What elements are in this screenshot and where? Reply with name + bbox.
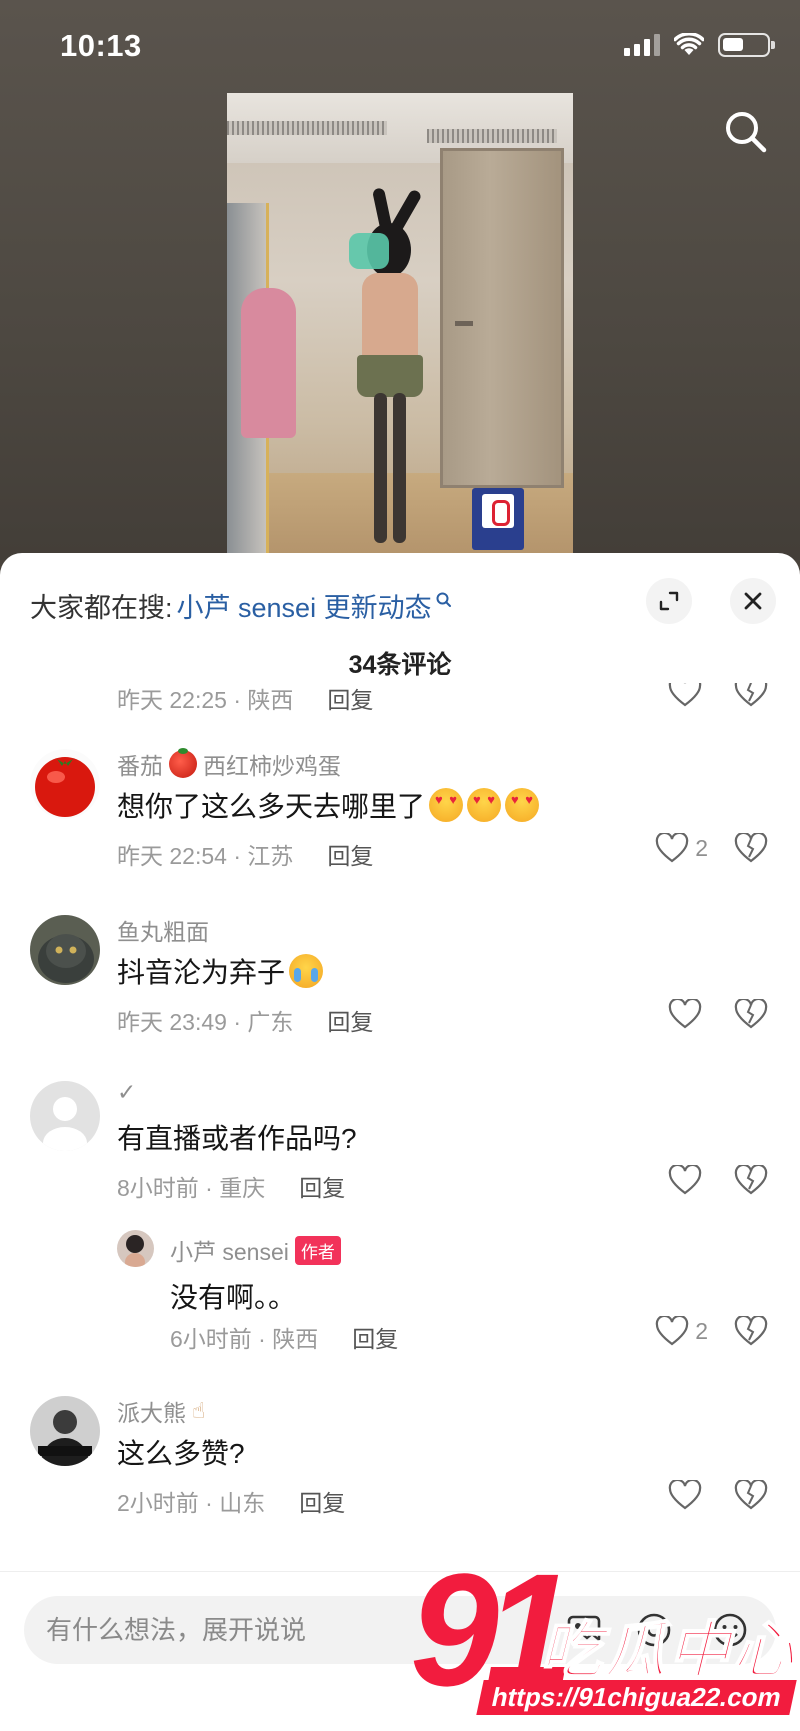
status-bar: 10:13 xyxy=(0,0,800,96)
video-background[interactable]: 10:13 xyxy=(0,0,800,563)
video-frame-photo[interactable] xyxy=(227,93,573,563)
status-icons xyxy=(624,33,775,57)
avatar[interactable] xyxy=(30,915,100,985)
comment-meta: 昨天 22:54 · 江苏 回复 xyxy=(117,837,373,871)
comment-username[interactable]: ✓ xyxy=(117,1079,136,1106)
dislike-button[interactable] xyxy=(734,1478,768,1515)
like-button[interactable] xyxy=(668,683,702,707)
watermark-text: 吃瓜中心 xyxy=(539,1616,797,1687)
comment-text: 抖音沦为弃子 xyxy=(117,951,324,991)
comment-count: 34条评论 xyxy=(348,651,452,679)
photo-door xyxy=(440,148,564,488)
dislike-button[interactable] xyxy=(734,831,768,868)
avatar[interactable] xyxy=(30,749,100,819)
photo-pink-object xyxy=(241,288,296,438)
broken-heart-icon xyxy=(734,1478,768,1510)
watermark-logo: 91 吃瓜中心 https://91chigua22.com xyxy=(410,1550,800,1731)
reply-button[interactable]: 回复 xyxy=(327,1003,373,1037)
tomato-icon xyxy=(169,748,197,778)
crying-emoji-icon xyxy=(289,954,324,988)
photo-sticker xyxy=(349,233,389,269)
heart-icon xyxy=(668,1165,702,1195)
broken-heart-icon xyxy=(734,831,768,863)
status-time: 10:13 xyxy=(60,28,142,63)
reply-button[interactable]: 回复 xyxy=(327,837,373,871)
like-count: 2 xyxy=(695,834,708,861)
photo-figure-leg xyxy=(374,393,387,543)
heart-icon xyxy=(668,1480,702,1510)
photo-figure-skirt xyxy=(357,355,423,397)
photo-figure-body xyxy=(362,273,418,363)
like-button[interactable] xyxy=(668,1165,702,1195)
heart-eyes-emoji-icon xyxy=(505,788,540,822)
comment-text: 没有啊。。 xyxy=(170,1282,297,1313)
avatar[interactable] xyxy=(30,1081,100,1151)
comment-meta: 2小时前 · 山东 回复 xyxy=(117,1484,345,1518)
comment-time-location: 6小时前 · 陕西 xyxy=(170,1326,319,1352)
dislike-button[interactable] xyxy=(734,683,768,712)
dislike-button[interactable] xyxy=(734,1163,768,1200)
search-suggestion-query[interactable]: 小芦 sensei 更新动态 xyxy=(177,586,432,625)
heart-icon xyxy=(668,999,702,1029)
expand-button[interactable] xyxy=(646,578,692,624)
comment-time-location: 2小时前 · 山东 xyxy=(117,1490,266,1516)
battery-icon xyxy=(718,33,775,57)
photo-blue-box xyxy=(472,488,524,550)
author-badge: 作者 xyxy=(294,1235,341,1265)
wifi-icon xyxy=(674,33,704,55)
comment-username[interactable]: 番茄 西红柿炒鸡蛋 xyxy=(117,747,341,781)
like-button[interactable] xyxy=(668,1480,702,1510)
dislike-button[interactable] xyxy=(734,1314,768,1351)
avatar[interactable] xyxy=(117,1230,154,1267)
photo-vent xyxy=(427,129,557,143)
broken-heart-icon xyxy=(734,1163,768,1195)
expand-icon xyxy=(659,591,679,611)
comment-username[interactable]: 鱼丸粗面 xyxy=(117,913,209,947)
reply-button[interactable]: 回复 xyxy=(352,1320,398,1354)
dislike-button[interactable] xyxy=(734,997,768,1034)
broken-heart-icon xyxy=(734,1314,768,1346)
reply-button[interactable]: 回复 xyxy=(299,1484,345,1518)
comment-text: 有直播或者作品吗? xyxy=(117,1123,357,1154)
reply-button[interactable]: 回复 xyxy=(299,1169,345,1203)
comment-username[interactable]: 小芦 sensei 作者 xyxy=(170,1233,341,1267)
comment-sheet: 大家都在搜: 小芦 sensei 更新动态 34条评论 昨天 22:25 · 陕… xyxy=(0,553,800,1731)
heart-icon xyxy=(655,1316,689,1346)
avatar[interactable] xyxy=(30,1396,100,1466)
close-icon xyxy=(744,592,762,610)
comment-text: 想你了这么多天去哪里了 xyxy=(117,785,540,825)
search-icon[interactable] xyxy=(724,110,768,159)
comment-time-location: 8小时前 · 重庆 xyxy=(117,1175,266,1201)
heart-icon xyxy=(668,683,702,707)
comment-meta: 昨天 23:49 · 广东 回复 xyxy=(117,1003,373,1037)
comment-meta: 8小时前 · 重庆 回复 xyxy=(117,1169,345,1203)
heart-eyes-emoji-icon xyxy=(467,788,502,822)
comment-list[interactable]: 昨天 22:25 · 陕西 回复 番茄 西红柿炒鸡蛋 想你了这么多天去哪里了 ♥… xyxy=(0,683,800,1583)
cellular-signal-icon xyxy=(624,34,660,56)
comment-time-location: 昨天 22:54 · 江苏 xyxy=(117,843,294,869)
broken-heart-icon xyxy=(734,683,768,707)
comment-time-location: 昨天 23:49 · 广东 xyxy=(117,1009,294,1035)
reply-button[interactable]: 回复 xyxy=(327,683,373,715)
broken-heart-icon xyxy=(734,997,768,1029)
comment-time-location: 昨天 22:25 · 陕西 xyxy=(117,687,294,713)
photo-figure-leg xyxy=(393,393,406,543)
pointing-up-hand-icon: ☝ xyxy=(192,1398,206,1423)
watermark-url: https://91chigua22.com xyxy=(476,1680,797,1715)
like-button[interactable] xyxy=(668,999,702,1029)
search-suggestion-prefix: 大家都在搜: xyxy=(30,592,173,623)
comment-meta: 6小时前 · 陕西 回复 xyxy=(170,1320,398,1354)
like-button[interactable]: 2 xyxy=(655,1316,708,1346)
comment-text: 这么多赞? xyxy=(117,1438,245,1469)
heart-icon xyxy=(655,833,689,863)
search-icon xyxy=(436,592,451,607)
comment-username[interactable]: 派大熊 ☝ xyxy=(117,1394,205,1428)
close-button[interactable] xyxy=(730,578,776,624)
comment-meta: 昨天 22:25 · 陕西 回复 xyxy=(117,683,373,715)
like-count: 2 xyxy=(695,1317,708,1344)
heart-eyes-emoji-icon xyxy=(429,788,464,822)
photo-vent xyxy=(227,121,387,135)
like-button[interactable]: 2 xyxy=(655,833,708,863)
